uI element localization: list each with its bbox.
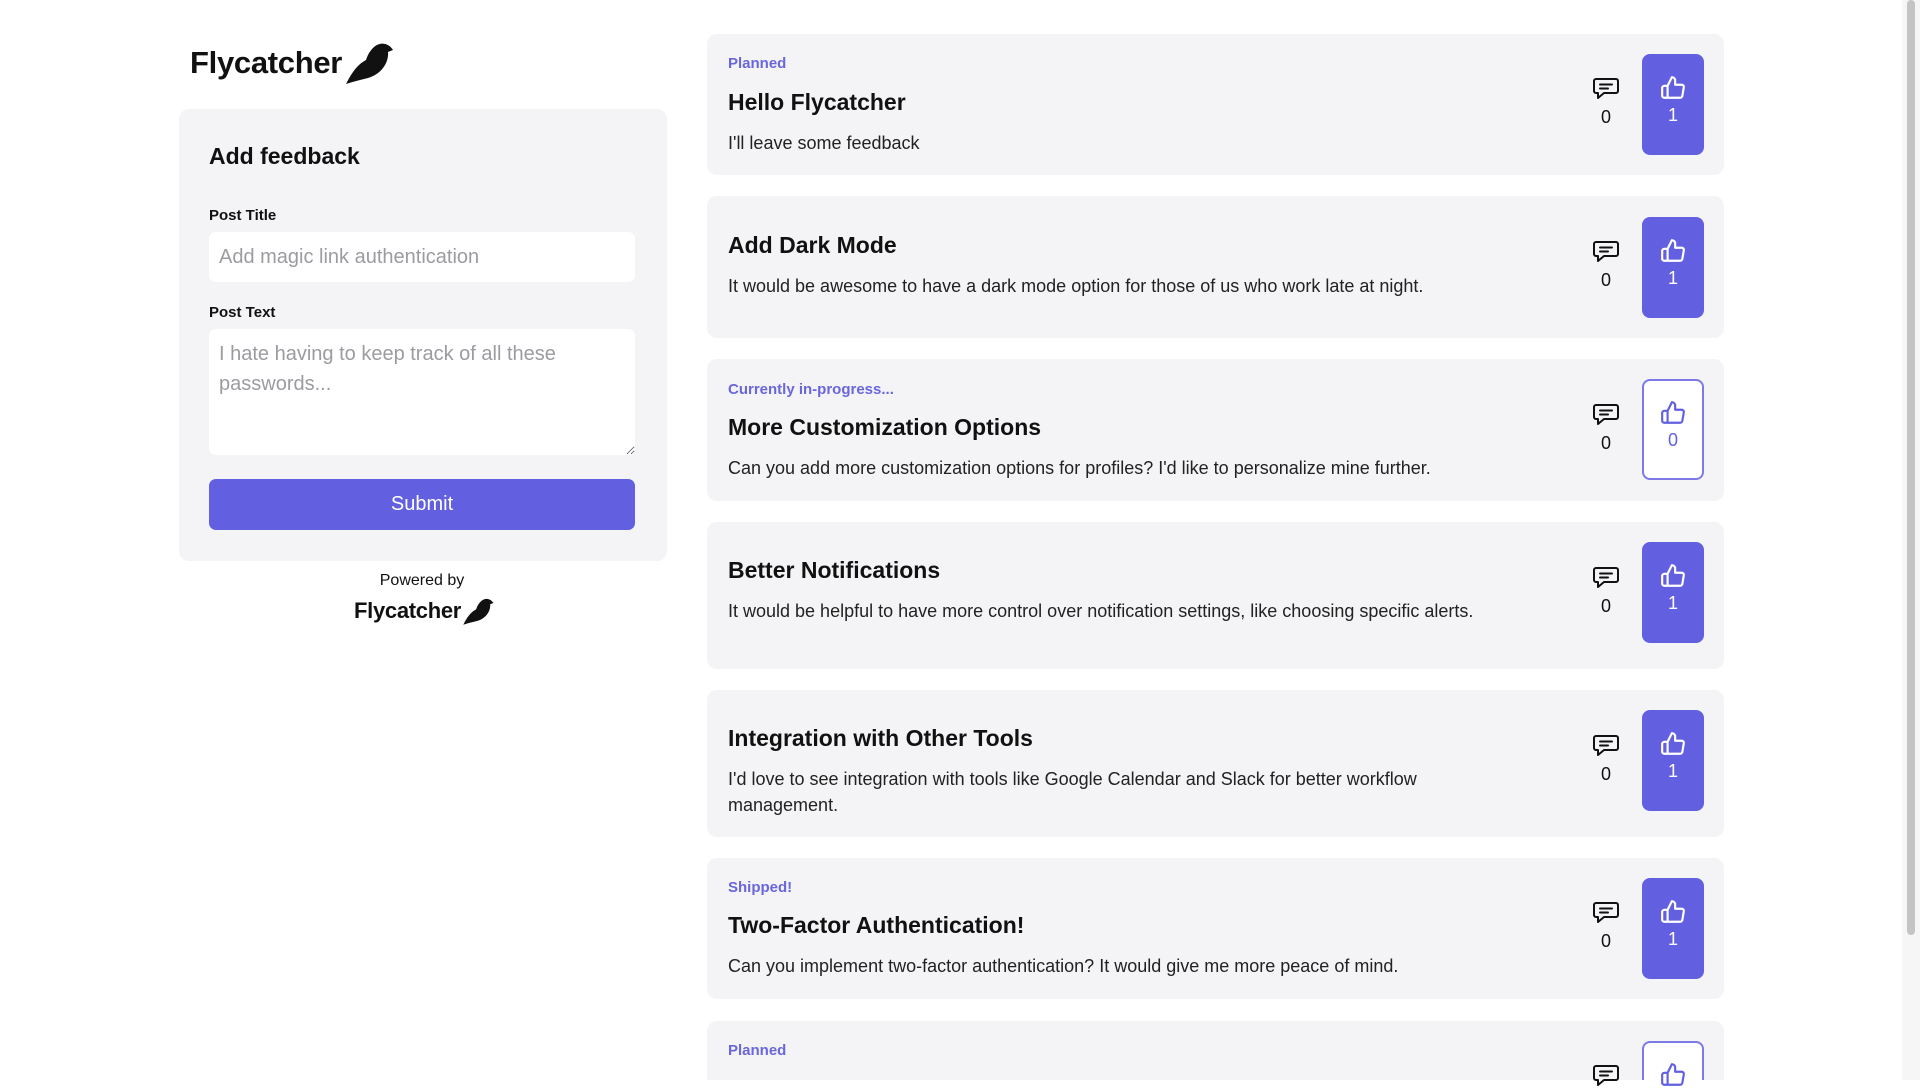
post-status: Currently in-progress... [728,381,894,398]
post-text: It would be awesome to have a dark mode … [728,276,1424,296]
thumbs-up-icon [1661,732,1685,755]
post-card[interactable]: Better Notifications It would be helpful… [707,522,1724,669]
comment-count-group[interactable] [1587,1063,1625,1089]
scrollbar-thumb[interactable] [1907,0,1915,935]
thumbs-up-icon [1661,76,1685,99]
post-card[interactable]: Add Dark Mode It would be awesome to hav… [707,196,1724,338]
post-card[interactable]: Planned Hello Flycatcher I'll leave some… [707,34,1724,175]
vote-count: 1 [1667,929,1678,949]
comment-count-group[interactable]: 0 [1587,733,1625,785]
comment-count-group[interactable]: 0 [1587,565,1625,617]
post-title: Hello Flycatcher [728,89,906,115]
footer-flycatcher-logo[interactable]: Flycatcher [354,594,494,628]
vote-count: 1 [1667,593,1678,613]
thumbs-up-icon [1661,401,1685,424]
upvote-button[interactable]: 1 [1642,878,1704,979]
comment-count: 0 [1600,270,1611,290]
post-title: Integration with Other Tools [728,725,1033,751]
post-title: Better Notifications [728,557,941,583]
post-text: It would be helpful to have more control… [728,601,1474,621]
vote-count: 1 [1667,761,1678,781]
footer-logo-text: Flycatcher [354,598,462,623]
post-text: I'd love to see integration with tools l… [728,769,1417,815]
post-title: More Customization Options [728,414,1042,440]
upvote-button[interactable]: 1 [1642,54,1704,155]
vote-count: 0 [1667,430,1678,450]
post-title-label: Post Title [209,207,277,224]
post-status: Planned [728,1042,787,1059]
post-status: Planned [728,55,787,72]
post-card[interactable]: Planned [707,1021,1724,1086]
comment-icon [1593,902,1619,923]
comment-count: 0 [1600,764,1611,784]
powered-by-label: Powered by [379,572,465,589]
comment-count: 0 [1600,107,1611,127]
post-text: Can you add more customization options f… [728,458,1431,478]
comment-count-group[interactable]: 0 [1587,239,1625,291]
comment-count-group[interactable]: 0 [1587,76,1625,128]
post-text: Can you implement two-factor authenticat… [728,956,1399,976]
post-title: Add Dark Mode [728,232,897,258]
post-title-input[interactable] [209,232,635,282]
thumbs-up-icon [1661,900,1685,923]
comment-count: 0 [1600,596,1611,616]
comment-icon [1593,78,1619,99]
bird-icon [463,598,494,625]
vote-count: 1 [1667,105,1678,125]
comment-count: 0 [1600,433,1611,453]
post-card[interactable]: Shipped! Two-Factor Authentication! Can … [707,858,1724,999]
vote-count: 1 [1667,268,1678,288]
comment-icon [1593,567,1619,588]
comment-icon [1593,735,1619,756]
post-text: I'll leave some feedback [728,133,920,153]
comment-count-group[interactable]: 0 [1587,900,1625,952]
upvote-button[interactable]: 0 [1642,379,1704,480]
post-text-label: Post Text [209,304,276,321]
upvote-button[interactable] [1642,1041,1704,1086]
comment-icon [1593,1065,1619,1086]
upvote-button[interactable]: 1 [1642,217,1704,318]
post-text-textarea[interactable] [209,329,635,455]
post-status: Shipped! [728,879,793,896]
post-card[interactable]: Currently in-progress... More Customizat… [707,359,1724,501]
submit-button[interactable]: Submit [209,479,635,530]
add-feedback-title: Add feedback [209,143,360,169]
comment-icon [1593,404,1619,425]
upvote-button[interactable]: 1 [1642,542,1704,643]
comment-icon [1593,241,1619,262]
thumbs-up-icon [1661,564,1685,587]
thumbs-up-icon [1661,1063,1685,1086]
upvote-button[interactable]: 1 [1642,710,1704,811]
post-title: Two-Factor Authentication! [728,912,1025,938]
post-card[interactable]: Integration with Other Tools I'd love to… [707,690,1724,837]
thumbs-up-icon [1661,239,1685,262]
comment-count-group[interactable]: 0 [1587,402,1625,454]
comment-count: 0 [1600,931,1611,951]
